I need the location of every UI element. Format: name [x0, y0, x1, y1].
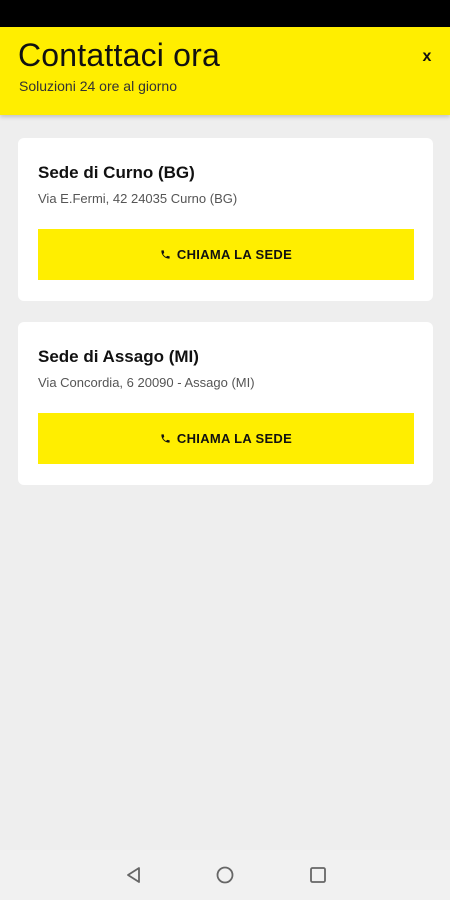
call-button-label: CHIAMA LA SEDE: [176, 247, 293, 262]
call-location-button[interactable]: CHIAMA LA SEDE: [38, 413, 414, 464]
nav-home-icon[interactable]: [214, 864, 236, 886]
location-address: Via E.Fermi, 42 24035 Curno (BG): [38, 191, 238, 206]
close-button[interactable]: x: [418, 47, 436, 67]
phone-icon: [161, 434, 170, 443]
location-address: Via Concordia, 6 20090 - Assago (MI): [38, 375, 255, 390]
location-name: Sede di Assago (MI): [38, 347, 199, 366]
page-subtitle: Soluzioni 24 ore al giorno: [19, 78, 177, 94]
location-name: Sede di Curno (BG): [38, 163, 195, 182]
nav-back-icon[interactable]: [123, 864, 145, 886]
status-bar: [0, 0, 450, 27]
location-card-assago: Sede di Assago (MI) Via Concordia, 6 200…: [18, 322, 433, 485]
phone-icon: [161, 250, 170, 259]
call-location-button[interactable]: CHIAMA LA SEDE: [38, 229, 414, 280]
nav-recent-icon[interactable]: [307, 864, 329, 886]
system-nav-bar: [0, 850, 450, 900]
page-title: Contattaci ora: [18, 37, 221, 73]
location-card-curno: Sede di Curno (BG) Via E.Fermi, 42 24035…: [18, 138, 433, 301]
header: Contattaci ora Soluzioni 24 ore al giorn…: [0, 27, 450, 115]
call-button-label: CHIAMA LA SEDE: [176, 431, 293, 446]
close-icon: x: [422, 48, 432, 65]
